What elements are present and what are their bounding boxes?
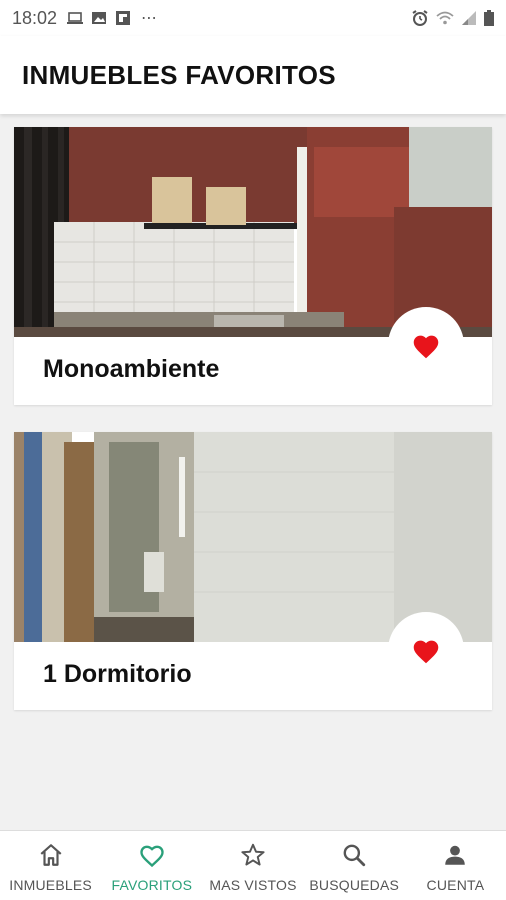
- person-icon: [441, 841, 469, 869]
- search-icon: [340, 841, 368, 869]
- alarm-icon: [412, 10, 428, 26]
- laptop-icon: [67, 12, 84, 24]
- heart-filled-icon: [413, 640, 439, 663]
- nav-label: MAS VISTOS: [209, 877, 297, 893]
- listing-card[interactable]: Monoambiente: [14, 127, 492, 405]
- nav-item-inmuebles[interactable]: INMUEBLES: [0, 831, 101, 900]
- heart-outline-icon: [138, 841, 166, 869]
- listing-photo: [14, 127, 492, 337]
- battery-icon: [484, 10, 494, 26]
- wifi-icon: [436, 11, 454, 25]
- nav-label: CUENTA: [426, 877, 485, 893]
- nav-item-favoritos[interactable]: FAVORITOS: [101, 831, 202, 900]
- nav-label: FAVORITOS: [111, 877, 193, 893]
- listing-title: Monoambiente: [43, 355, 220, 383]
- home-icon: [37, 841, 65, 869]
- favorite-button[interactable]: [388, 612, 464, 688]
- heart-filled-icon: [413, 335, 439, 358]
- more-notifications-icon: ⋯: [141, 10, 159, 27]
- system-icons: [412, 10, 494, 26]
- nav-item-mas-vistos[interactable]: MAS VISTOS: [202, 831, 303, 900]
- nav-item-cuenta[interactable]: CUENTA: [405, 831, 506, 900]
- status-time: 18:02: [12, 7, 58, 28]
- nav-label: INMUEBLES: [9, 877, 92, 893]
- nav-item-busquedas[interactable]: BUSQUEDAS: [304, 831, 405, 900]
- app-bar: INMUEBLES FAVORITOS: [0, 36, 506, 114]
- signal-icon: [462, 11, 476, 25]
- star-icon: [239, 841, 267, 869]
- status-bar: 18:02 ⋯: [0, 0, 506, 36]
- favorite-button[interactable]: [388, 307, 464, 383]
- listing-photo: [14, 432, 492, 642]
- nav-label: BUSQUEDAS: [309, 877, 400, 893]
- listing-title: 1 Dormitorio: [43, 660, 192, 688]
- image-icon: [92, 12, 107, 24]
- listing-card[interactable]: 1 Dormitorio: [14, 432, 492, 710]
- flipboard-icon: [116, 11, 131, 25]
- page-title: INMUEBLES FAVORITOS: [22, 59, 336, 90]
- bottom-navigation: INMUEBLES FAVORITOS MAS VISTOS BUSQUEDAS…: [0, 830, 506, 900]
- notification-icons: [67, 11, 131, 25]
